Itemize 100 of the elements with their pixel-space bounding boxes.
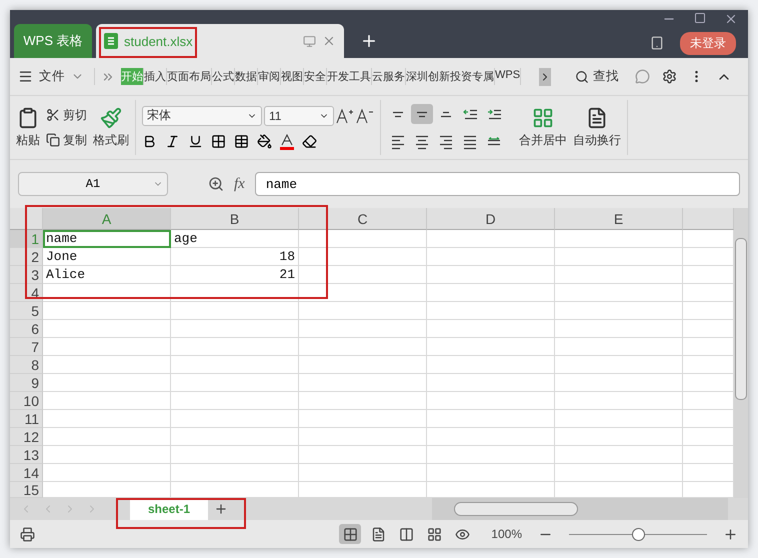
ribbon-tab[interactable]: 开发工具	[327, 68, 372, 85]
table-cell[interactable]: age	[171, 230, 299, 248]
zoom-icon[interactable]	[208, 176, 224, 192]
table-cell[interactable]	[427, 320, 555, 338]
font-dropdown[interactable]: 宋体	[142, 106, 262, 126]
table-cell[interactable]	[171, 284, 299, 302]
table-cell[interactable]	[299, 374, 427, 392]
table-cell[interactable]	[299, 464, 427, 482]
table-cell[interactable]	[43, 302, 171, 320]
maximize-icon[interactable]	[694, 12, 706, 24]
ribbon-tab[interactable]: 云服务	[372, 68, 406, 85]
cell-style-icon[interactable]	[234, 134, 249, 149]
format-painter-button[interactable]: 格式刷	[93, 106, 129, 148]
table-cell[interactable]	[43, 374, 171, 392]
ribbon-tab[interactable]: 视图	[281, 68, 304, 85]
table-cell[interactable]	[427, 464, 555, 482]
row-header[interactable]: 5	[10, 302, 43, 320]
table-cell[interactable]	[555, 374, 683, 392]
row-header[interactable]: 7	[10, 338, 43, 356]
table-cell[interactable]	[427, 392, 555, 410]
ribbon-tab[interactable]: 安全	[304, 68, 327, 85]
column-header[interactable]: E	[555, 208, 683, 230]
align-button[interactable]	[411, 104, 433, 124]
table-cell[interactable]: 18	[171, 248, 299, 266]
table-cell[interactable]	[299, 338, 427, 356]
function-label[interactable]: fx	[234, 176, 245, 192]
table-cell[interactable]	[427, 410, 555, 428]
app-tab[interactable]: WPS 表格	[14, 24, 92, 58]
row-header[interactable]: 14	[10, 464, 43, 482]
tablet-icon[interactable]	[650, 36, 664, 50]
search-button[interactable]: 查找	[593, 68, 619, 85]
table-cell[interactable]	[555, 392, 683, 410]
increase-font-icon[interactable]	[336, 108, 354, 124]
table-cell[interactable]	[299, 230, 427, 248]
table-cell[interactable]	[555, 284, 683, 302]
italic-icon[interactable]	[165, 134, 180, 149]
table-cell[interactable]	[427, 428, 555, 446]
table-cell[interactable]	[43, 356, 171, 374]
scroll-right-icon[interactable]	[539, 68, 551, 86]
sheet-tab[interactable]: sheet-1	[130, 498, 208, 520]
close-icon[interactable]	[724, 12, 738, 26]
table-cell[interactable]	[299, 446, 427, 464]
table-cell[interactable]	[171, 320, 299, 338]
table-cell[interactable]	[43, 320, 171, 338]
row-header[interactable]: 2	[10, 248, 43, 266]
ribbon-tab[interactable]: 深圳创新投资专属	[406, 68, 495, 85]
table-cell[interactable]	[171, 410, 299, 428]
table-cell[interactable]	[43, 446, 171, 464]
font-color-icon[interactable]	[280, 134, 294, 150]
table-cell[interactable]	[299, 320, 427, 338]
wrap-text-button[interactable]: 自动换行	[573, 106, 621, 148]
merge-center-button[interactable]: 合并居中	[519, 106, 567, 148]
cut-button[interactable]: 剪切	[46, 106, 87, 124]
table-cell[interactable]	[427, 284, 555, 302]
table-cell[interactable]: Jone	[43, 248, 171, 266]
table-cell[interactable]	[555, 230, 683, 248]
row-header[interactable]: 9	[10, 374, 43, 392]
table-cell[interactable]	[43, 392, 171, 410]
row-header[interactable]: 12	[10, 428, 43, 446]
table-cell[interactable]	[171, 356, 299, 374]
table-cell[interactable]	[555, 338, 683, 356]
table-cell[interactable]	[299, 284, 427, 302]
column-header[interactable]: C	[299, 208, 427, 230]
ribbon-tab[interactable]: 公式	[212, 68, 235, 85]
row-header[interactable]: 6	[10, 320, 43, 338]
bold-icon[interactable]	[142, 134, 157, 149]
table-cell[interactable]	[555, 356, 683, 374]
chat-icon[interactable]	[635, 69, 650, 84]
table-cell[interactable]	[43, 464, 171, 482]
table-cell[interactable]: name	[43, 230, 171, 248]
table-cell[interactable]: Alice	[43, 266, 171, 284]
monitor-icon[interactable]	[303, 34, 316, 48]
zoom-level[interactable]: 100%	[491, 527, 522, 541]
zoom-in-icon[interactable]	[723, 526, 738, 542]
table-cell[interactable]	[299, 248, 427, 266]
column-header[interactable]: D	[427, 208, 555, 230]
table-cell[interactable]	[171, 464, 299, 482]
table-cell[interactable]	[171, 428, 299, 446]
table-cell[interactable]	[171, 338, 299, 356]
table-cell[interactable]	[171, 374, 299, 392]
border-icon[interactable]	[211, 134, 226, 149]
horizontal-scrollbar[interactable]	[432, 498, 728, 520]
table-cell[interactable]	[171, 392, 299, 410]
table-cell[interactable]	[427, 374, 555, 392]
fill-color-icon[interactable]	[257, 134, 272, 149]
ribbon-tab[interactable]: 插入	[144, 68, 167, 85]
font-size-dropdown[interactable]: 11	[264, 106, 334, 126]
table-cell[interactable]	[427, 446, 555, 464]
row-header[interactable]: 3	[10, 266, 43, 284]
table-cell[interactable]	[43, 410, 171, 428]
table-cell[interactable]	[555, 320, 683, 338]
table-cell[interactable]	[555, 410, 683, 428]
table-cell[interactable]	[555, 428, 683, 446]
table-cell[interactable]: 21	[171, 266, 299, 284]
row-header[interactable]: 10	[10, 392, 43, 410]
table-cell[interactable]	[555, 302, 683, 320]
table-cell[interactable]	[171, 446, 299, 464]
name-box[interactable]: A1	[18, 172, 168, 196]
settings-icon[interactable]	[662, 69, 677, 84]
slider-thumb[interactable]	[632, 528, 645, 540]
